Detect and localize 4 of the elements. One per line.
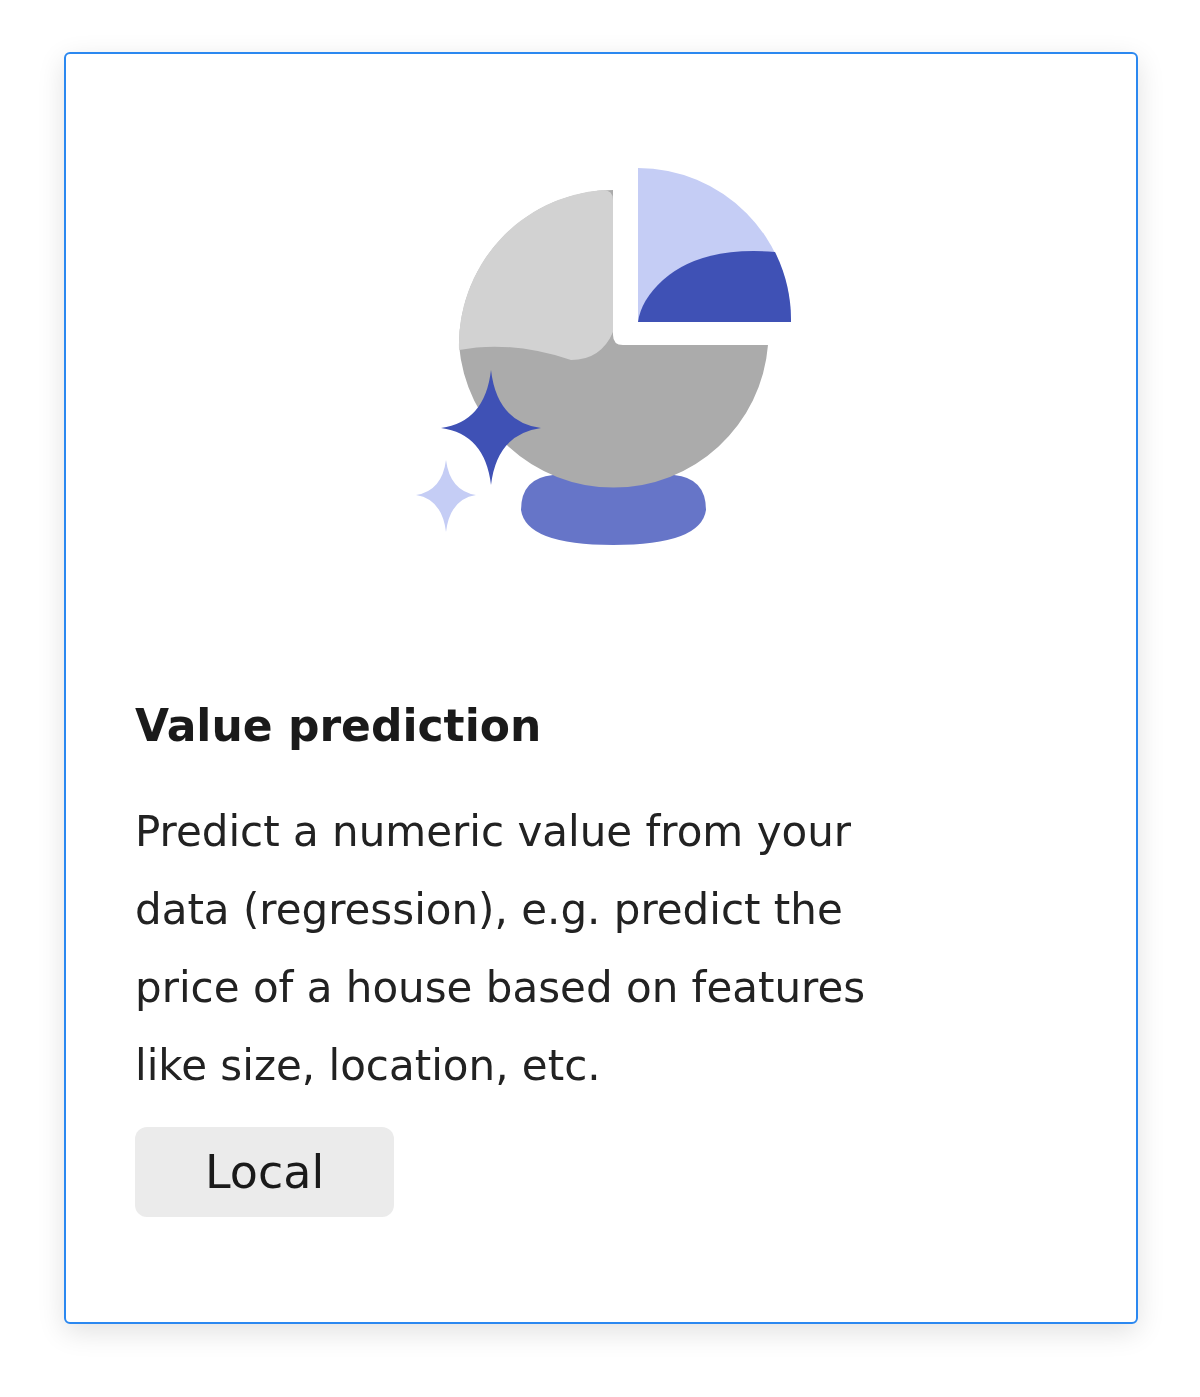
template-card[interactable]: Value prediction Predict a numeric value from your data (regression), e.g. predict the price of a house based on features like size, location, etc. Local: [64, 52, 1138, 1324]
card-description: Predict a numeric value from your data (regression), e.g. predict the price of a house based on features like size, location, etc.: [135, 806, 867, 1092]
local-tag: Local: [135, 1127, 395, 1217]
card-title: Value prediction: [135, 700, 542, 751]
